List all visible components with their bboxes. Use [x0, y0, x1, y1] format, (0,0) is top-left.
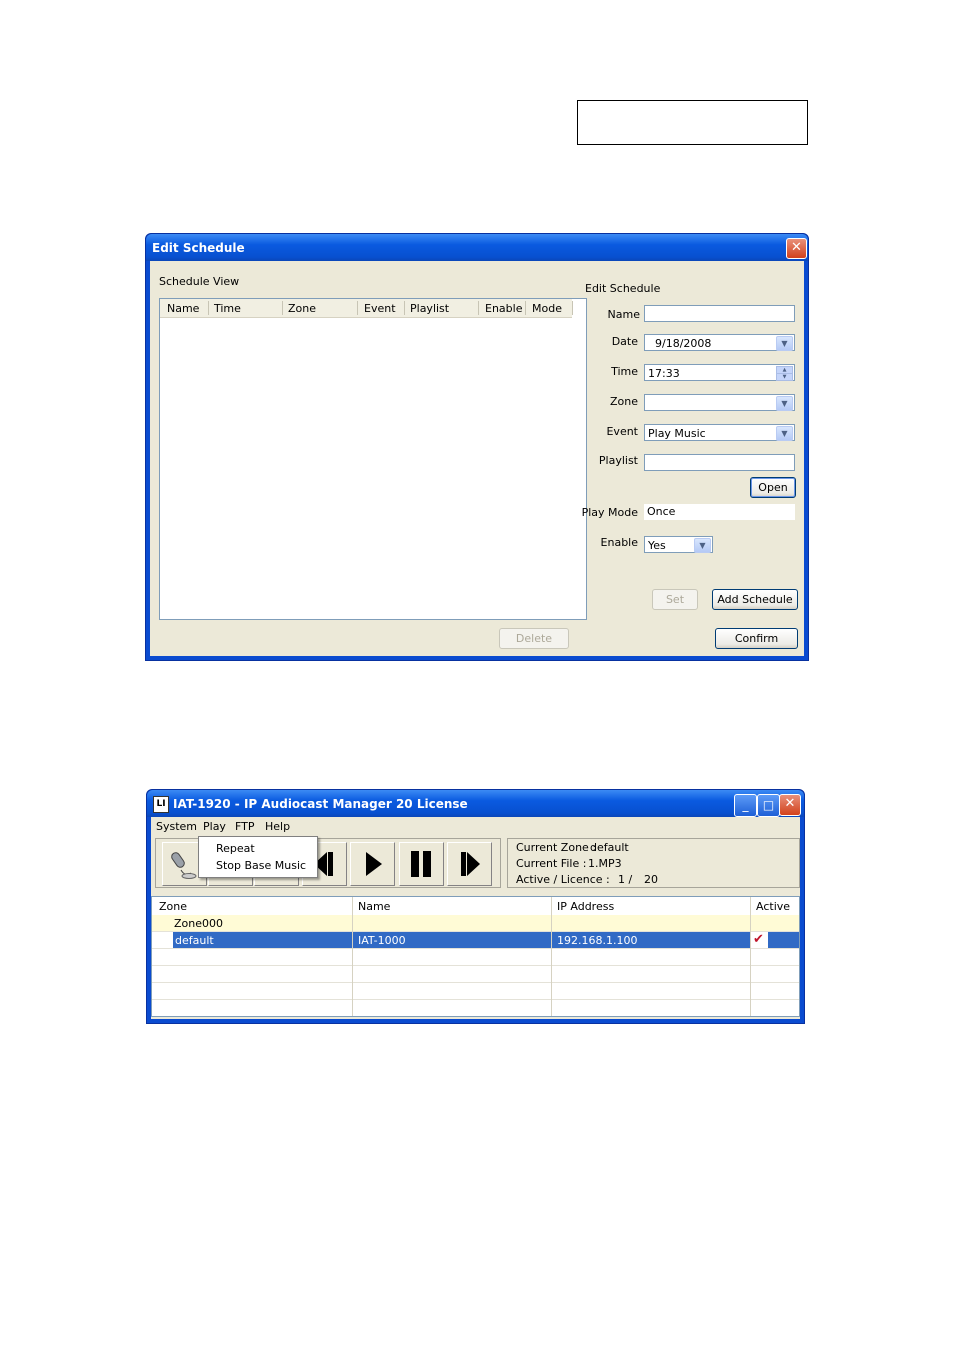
- set-button[interactable]: Set: [652, 589, 698, 610]
- close-icon[interactable]: ✕: [779, 794, 801, 816]
- dialog-title-bar[interactable]: Edit Schedule ✕: [146, 234, 808, 261]
- status-panel: Current Zone : default Current File : 1.…: [507, 838, 800, 888]
- time-field[interactable]: 17:33 ▲ ▼: [644, 364, 795, 381]
- app-logo-icon: LI: [153, 796, 169, 813]
- playlist-field[interactable]: [644, 454, 795, 471]
- minimize-icon[interactable]: _: [734, 794, 757, 817]
- play-icon: [366, 852, 382, 876]
- chevron-down-icon[interactable]: ▼: [776, 426, 793, 441]
- add-schedule-button[interactable]: Add Schedule: [712, 589, 798, 610]
- date-label: Date: [611, 335, 638, 348]
- menu-help[interactable]: Help: [265, 820, 290, 833]
- table-row: [152, 966, 799, 983]
- date-value: 9/18/2008: [655, 337, 712, 350]
- play-mode-label: Play Mode: [581, 506, 638, 519]
- event-select[interactable]: Play Music ▼: [644, 424, 795, 441]
- table-row: [152, 983, 799, 1000]
- date-picker[interactable]: 9/18/2008 ▼: [644, 334, 795, 351]
- audiocast-manager-window: LI IAT-1920 - IP Audiocast Manager 20 Li…: [146, 789, 805, 1024]
- menu-system[interactable]: System: [156, 820, 197, 833]
- col-active[interactable]: Active: [756, 900, 790, 913]
- edit-schedule-label: Edit Schedule: [585, 282, 661, 295]
- window-title: IAT-1920 - IP Audiocast Manager 20 Licen…: [173, 797, 468, 811]
- dialog-title: Edit Schedule: [152, 241, 245, 255]
- current-file-value: 1.MP3: [588, 857, 622, 870]
- time-label: Time: [611, 365, 638, 378]
- checkmark-icon: ✔: [753, 932, 764, 947]
- col-playlist[interactable]: Playlist: [410, 302, 449, 315]
- col-name[interactable]: Name: [358, 900, 390, 913]
- current-zone-label: Current Zone :: [516, 841, 597, 854]
- spin-down-icon[interactable]: ▼: [776, 373, 793, 381]
- event-label: Event: [606, 425, 638, 438]
- delete-button[interactable]: Delete: [499, 628, 569, 649]
- current-file-label: Current File :: [516, 857, 587, 870]
- play-button[interactable]: [350, 842, 395, 886]
- open-button[interactable]: Open: [750, 477, 796, 498]
- table-row[interactable]: Zone000: [152, 915, 799, 932]
- active-licence-label: Active / Licence :: [516, 873, 610, 886]
- col-time[interactable]: Time: [214, 302, 241, 315]
- col-mode[interactable]: Mode: [532, 302, 562, 315]
- col-zone[interactable]: Zone: [159, 900, 187, 913]
- zone-device-grid: Zone Name IP Address Active Zone000 defa…: [151, 896, 800, 1017]
- page-header-box: [577, 100, 808, 145]
- enable-select[interactable]: Yes ▼: [644, 536, 713, 553]
- col-event[interactable]: Event: [364, 302, 396, 315]
- licence-count: 20: [644, 873, 658, 886]
- schedule-view-label: Schedule View: [159, 275, 240, 288]
- menu-ftp[interactable]: FTP: [235, 820, 255, 833]
- edit-schedule-dialog: Edit Schedule ✕ Schedule View Name Time …: [145, 233, 809, 661]
- table-row: [152, 1000, 799, 1017]
- name-field[interactable]: [644, 305, 795, 322]
- col-enable[interactable]: Enable: [485, 302, 522, 315]
- table-row[interactable]: default IAT-1000 192.168.1.100 ✔: [152, 932, 799, 949]
- active-check-cell[interactable]: ✔: [751, 932, 768, 948]
- pause-icon: [411, 851, 431, 877]
- table-row: [152, 949, 799, 966]
- zone-label: Zone: [609, 395, 638, 408]
- col-name[interactable]: Name: [167, 302, 199, 315]
- name-label: Name: [607, 308, 640, 321]
- enable-value: Yes: [648, 539, 666, 552]
- confirm-button[interactable]: Confirm: [715, 628, 798, 649]
- menu-play[interactable]: Play: [203, 820, 226, 833]
- pause-button[interactable]: [399, 842, 444, 886]
- menu-item-repeat[interactable]: Repeat: [216, 842, 255, 855]
- grid-header: Zone Name IP Address Active: [152, 897, 799, 916]
- next-button[interactable]: [447, 842, 492, 886]
- play-mode-value: Once: [644, 504, 795, 520]
- schedule-list[interactable]: Name Time Zone Event Playlist Enable Mod…: [159, 298, 587, 620]
- chevron-down-icon[interactable]: ▼: [694, 538, 711, 553]
- maximize-icon[interactable]: □: [757, 794, 780, 817]
- enable-label: Enable: [600, 536, 638, 549]
- play-menu-dropdown: Repeat Stop Base Music: [198, 836, 318, 878]
- col-ip-address[interactable]: IP Address: [557, 900, 614, 913]
- time-value: 17:33: [648, 367, 680, 380]
- chevron-down-icon[interactable]: ▼: [776, 396, 793, 411]
- next-icon: [461, 852, 480, 876]
- event-value: Play Music: [648, 427, 706, 440]
- close-icon[interactable]: ✕: [786, 238, 807, 259]
- playlist-label: Playlist: [598, 454, 638, 467]
- menu-item-stop-base-music[interactable]: Stop Base Music: [216, 859, 306, 872]
- zone-select[interactable]: ▼: [644, 394, 795, 411]
- zone-cell: default: [175, 934, 214, 947]
- active-count: 1 /: [618, 873, 633, 886]
- row-selection: [173, 932, 799, 948]
- window-title-bar[interactable]: LI IAT-1920 - IP Audiocast Manager 20 Li…: [147, 790, 804, 817]
- col-zone[interactable]: Zone: [288, 302, 316, 315]
- current-zone-value: default: [590, 841, 629, 854]
- name-cell: IAT-1000: [358, 934, 406, 947]
- zone-cell: Zone000: [174, 917, 224, 930]
- chevron-down-icon[interactable]: ▼: [776, 336, 793, 351]
- ip-cell: 192.168.1.100: [557, 934, 638, 947]
- schedule-list-header: Name Time Zone Event Playlist Enable Mod…: [160, 299, 573, 318]
- dialog-body: Schedule View Name Time Zone Event Playl…: [150, 261, 804, 656]
